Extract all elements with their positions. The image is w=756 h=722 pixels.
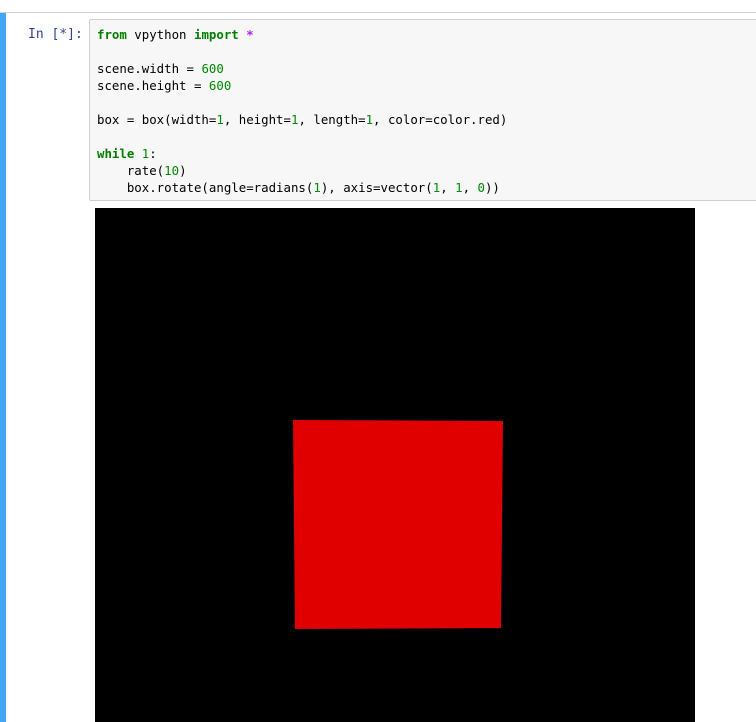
code-line: rate(10) bbox=[97, 163, 187, 178]
code-line: scene.height = 600 bbox=[97, 78, 232, 93]
code-line: box.rotate(angle=radians(1), axis=vector… bbox=[97, 180, 500, 195]
vpython-scene bbox=[293, 420, 503, 629]
code-line: box = box(width=1, height=1, length=1, c… bbox=[97, 112, 508, 127]
code-cell[interactable]: In [*]: from vpython import * scene.widt… bbox=[0, 13, 756, 722]
cell-selection-bar bbox=[0, 13, 6, 722]
vpython-output-canvas[interactable] bbox=[95, 208, 695, 722]
red-box-shape bbox=[293, 420, 503, 629]
input-prompt: In [*]: bbox=[28, 27, 83, 42]
code-line: scene.width = 600 bbox=[97, 61, 224, 76]
code-line: while 1: bbox=[97, 146, 157, 161]
code-line: from vpython import * bbox=[97, 27, 254, 42]
code-editor[interactable]: from vpython import * scene.width = 600 … bbox=[89, 19, 756, 201]
code-text[interactable]: from vpython import * scene.width = 600 … bbox=[97, 26, 507, 196]
